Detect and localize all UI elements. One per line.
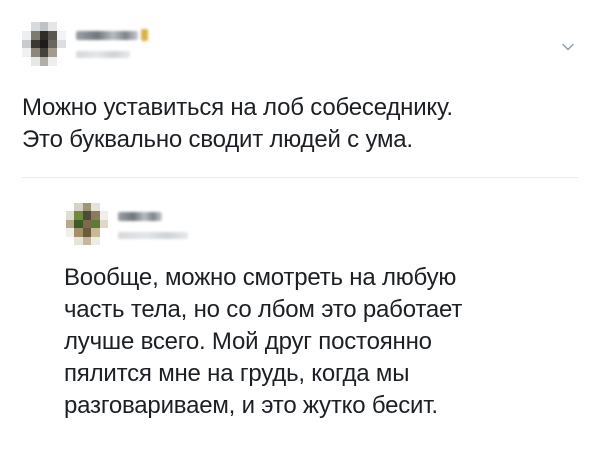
tweet-text-line: Это буквально сводит людей с ума. <box>22 126 413 153</box>
chevron-down-icon[interactable] <box>561 40 575 54</box>
reply-text-line: лучше всего. Мой друг постоянно <box>64 328 432 355</box>
reply-text-line: Вообще, можно смотреть на любую <box>64 264 457 291</box>
reply-text-line: пялится мне на грудь, когда мы <box>64 360 410 387</box>
handle <box>76 51 130 58</box>
tweet-text: Можно уставиться на лоб собеседнику. Это… <box>22 92 453 156</box>
username[interactable] <box>76 31 138 40</box>
reply-text-line: часть тела, но со лбом это работает <box>64 296 463 323</box>
tweet-text-line: Можно уставиться на лоб собеседнику. <box>22 94 453 121</box>
reply-avatar[interactable] <box>66 203 108 245</box>
reply-handle <box>118 232 188 239</box>
reply-text: Вообще, можно смотреть на любую часть те… <box>64 262 462 422</box>
reply-text-line: разговариваем, и это жутко бесит. <box>64 392 438 419</box>
reply-username[interactable] <box>118 212 162 221</box>
username-badge <box>141 29 148 41</box>
divider <box>22 177 578 178</box>
avatar[interactable] <box>22 22 66 66</box>
